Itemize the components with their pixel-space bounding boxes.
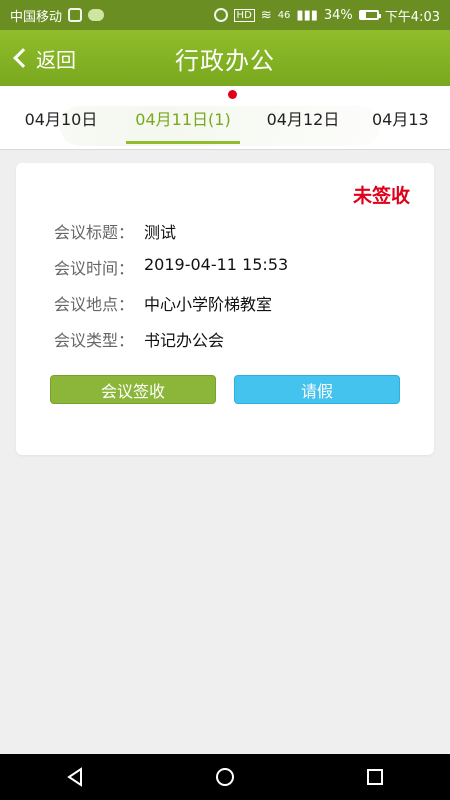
recent-apps-square-icon[interactable] xyxy=(363,765,387,789)
network-type-text: 46 xyxy=(277,9,291,21)
meeting-time-value: 2019-04-11 15:53 xyxy=(144,255,289,274)
wifi-icon: ≋ xyxy=(260,7,272,23)
meeting-type-value: 书记办公会 xyxy=(144,331,225,350)
tab-0413[interactable]: 04月13 xyxy=(372,86,450,149)
tab-0412[interactable]: 04月12日 xyxy=(250,86,356,149)
back-triangle-icon[interactable] xyxy=(63,765,87,789)
meeting-type-label: 会议类型： xyxy=(54,331,135,350)
signal-icon: ▮▮▮ xyxy=(296,7,318,23)
meeting-title-label: 会议标题： xyxy=(54,223,135,242)
home-circle-icon[interactable] xyxy=(213,765,237,789)
battery-percent: 34% xyxy=(323,7,353,23)
status-bar: 中国移动 HD ≋ 46 ▮▮▮ 34% 下午4:03 xyxy=(0,0,450,30)
battery-icon xyxy=(358,10,381,20)
meeting-time-label: 会议时间： xyxy=(54,259,135,278)
hd-icon: HD xyxy=(233,8,255,22)
app-header: 返回 行政办公 xyxy=(0,30,450,86)
tab-label: 04月10日 xyxy=(24,110,98,129)
battery-fill xyxy=(360,12,367,18)
system-nav-bar xyxy=(0,754,450,800)
sign-meeting-button[interactable]: 会议签收 xyxy=(50,375,216,404)
meeting-location-value: 中心小学阶梯教室 xyxy=(144,295,273,314)
active-tab-underline xyxy=(126,141,240,144)
clock-time: 下午4:03 xyxy=(384,9,440,25)
chevron-left-icon xyxy=(13,48,33,68)
status-badge: 未签收 xyxy=(352,185,410,207)
unread-dot xyxy=(228,90,237,99)
tab-0411[interactable]: 04月11日(1) xyxy=(126,86,240,149)
request-leave-button[interactable]: 请假 xyxy=(234,375,400,404)
tab-label: 04月11日(1) xyxy=(135,110,231,129)
carrier-text: 中国移动 xyxy=(10,9,63,25)
meeting-title-value: 测试 xyxy=(144,223,177,242)
tab-label: 04月13 xyxy=(372,110,429,129)
shield-icon xyxy=(68,8,83,22)
meeting-location-row: 会议地点： 中心小学阶梯教室 xyxy=(54,291,272,315)
meeting-location-label: 会议地点： xyxy=(54,295,135,314)
meeting-time-row: 会议时间： 2019-04-11 15:53 xyxy=(54,255,288,279)
tab-label: 04月12日 xyxy=(266,110,340,129)
back-button[interactable]: 返回 xyxy=(10,30,76,86)
meeting-card: 未签收 会议标题： 测试 会议时间： 2019-04-11 15:53 会议地点… xyxy=(16,163,434,455)
meeting-type-row: 会议类型： 书记办公会 xyxy=(54,327,224,351)
app-notification-icon xyxy=(88,9,105,21)
meeting-title-row: 会议标题： 测试 xyxy=(54,219,176,243)
date-tab-bar: 04月10日 04月11日(1) 04月12日 04月13 xyxy=(0,86,450,150)
alarm-icon xyxy=(213,8,228,22)
back-label: 返回 xyxy=(36,47,76,72)
tab-0410[interactable]: 04月10日 xyxy=(8,86,114,149)
